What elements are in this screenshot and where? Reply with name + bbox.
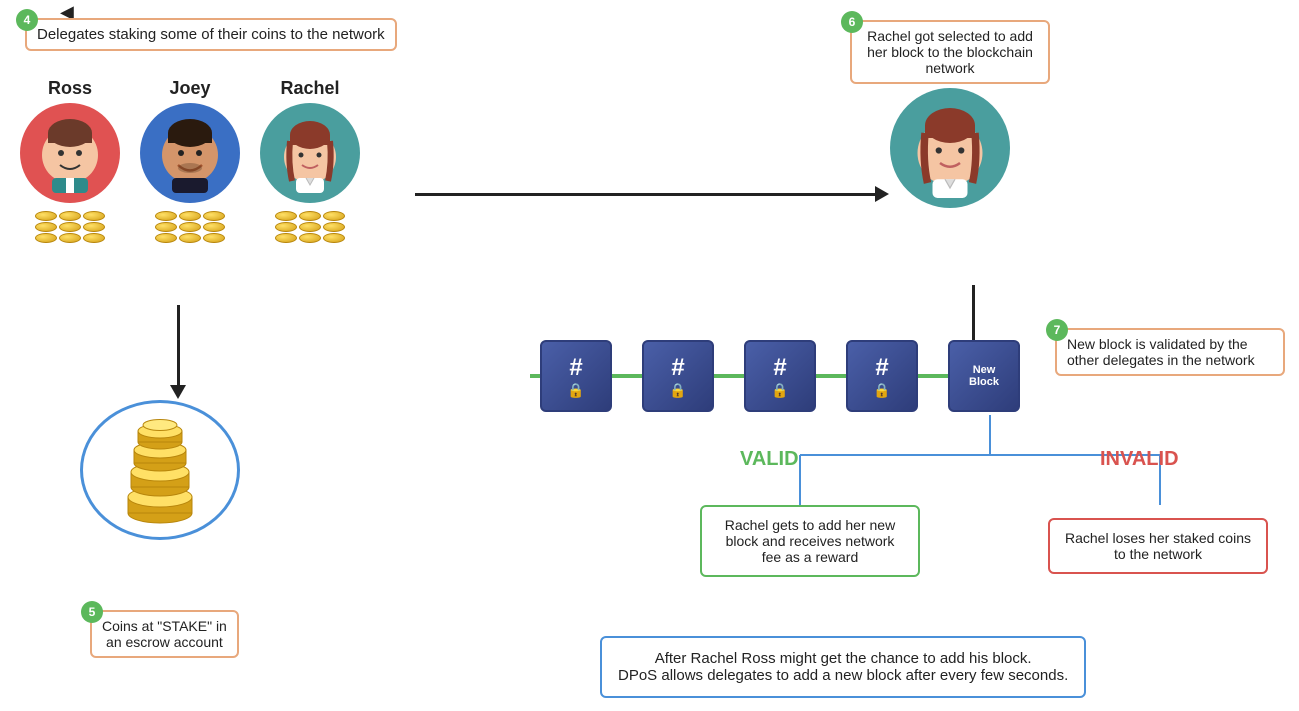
rachel-selected-area — [890, 88, 1010, 208]
step7-text: New block is validated by the other dele… — [1067, 336, 1255, 368]
chain-line-4 — [918, 374, 948, 378]
arrow-delegates-down — [170, 305, 186, 399]
step7-badge: 7 — [1046, 319, 1068, 341]
step5-badge: 5 — [81, 601, 103, 623]
delegate-rachel-left: Rachel — [260, 78, 360, 243]
block3-hash: # — [773, 354, 786, 382]
step6-badge: 6 — [841, 11, 863, 33]
chain-line-3 — [816, 374, 846, 378]
step7-box: 7 New block is validated by the other de… — [1055, 328, 1285, 376]
valid-label: VALID — [740, 448, 799, 471]
rachel-name-left: Rachel — [280, 78, 339, 99]
diagram: ◀ 4 Delegates staking some of their coin… — [0, 0, 1299, 711]
step4-box: 4 Delegates staking some of their coins … — [25, 18, 397, 51]
step5-text: Coins at "STAKE" inan escrow account — [102, 618, 227, 650]
arrow-right-head — [875, 186, 889, 202]
step6-box: 6 Rachel got selected to add her block t… — [850, 20, 1050, 84]
block3-lock: 🔒 — [771, 382, 788, 399]
delegates-area: Ross — [20, 78, 360, 243]
block-4: # 🔒 — [846, 340, 918, 412]
blockchain-row: # 🔒 # 🔒 # 🔒 # 🔒 NewBlock — [530, 340, 1020, 412]
step6-text: Rachel got selected to add her block to … — [867, 28, 1033, 76]
invalid-box: Rachel loses her staked coins to the net… — [1048, 518, 1268, 574]
ross-coins — [35, 211, 105, 243]
valid-box: Rachel gets to add her new block and rec… — [700, 505, 920, 577]
escrow-coins-svg — [95, 415, 225, 525]
rachel-avatar-right-svg — [900, 98, 1000, 198]
block-3: # 🔒 — [744, 340, 816, 412]
step4-badge: 4 — [16, 9, 38, 31]
ross-avatar-svg — [30, 113, 110, 193]
joey-avatar — [140, 103, 240, 203]
new-block-label: NewBlock — [969, 364, 999, 388]
rachel-avatar-left — [260, 103, 360, 203]
block4-lock: 🔒 — [873, 382, 890, 399]
delegate-joey: Joey — [140, 78, 240, 243]
rachel-avatar-left-svg — [270, 113, 350, 193]
chain-line-1 — [612, 374, 642, 378]
step5-box: 5 Coins at "STAKE" inan escrow account — [90, 610, 239, 658]
step4-text: Delegates staking some of their coins to… — [37, 26, 385, 43]
block2-hash: # — [671, 354, 684, 382]
block1-hash: # — [569, 354, 582, 382]
new-block: NewBlock — [948, 340, 1020, 412]
joey-name: Joey — [169, 78, 210, 99]
joey-avatar-svg — [150, 113, 230, 193]
escrow-oval — [80, 400, 240, 540]
block2-lock: 🔒 — [669, 382, 686, 399]
rachel-avatar-right — [890, 88, 1010, 208]
ross-avatar — [20, 103, 120, 203]
chain-line-2 — [714, 374, 744, 378]
invalid-label: INVALID — [1100, 448, 1179, 471]
chain-line-start — [530, 374, 540, 378]
block4-hash: # — [875, 354, 888, 382]
summary-text: After Rachel Ross might get the chance t… — [618, 650, 1068, 684]
valid-text: Rachel gets to add her new block and rec… — [725, 517, 895, 565]
invalid-text: Rachel loses her staked coins to the net… — [1065, 530, 1251, 562]
escrow-area — [80, 400, 240, 540]
arrow-right-to-rachel — [415, 186, 889, 202]
block1-lock: 🔒 — [567, 382, 584, 399]
summary-box: After Rachel Ross might get the chance t… — [600, 636, 1086, 698]
ross-name: Ross — [48, 78, 92, 99]
block-1: # 🔒 — [540, 340, 612, 412]
rachel-coins-left — [275, 211, 345, 243]
joey-coins — [155, 211, 225, 243]
arrow-right-line — [415, 193, 875, 196]
block-2: # 🔒 — [642, 340, 714, 412]
delegate-ross: Ross — [20, 78, 120, 243]
